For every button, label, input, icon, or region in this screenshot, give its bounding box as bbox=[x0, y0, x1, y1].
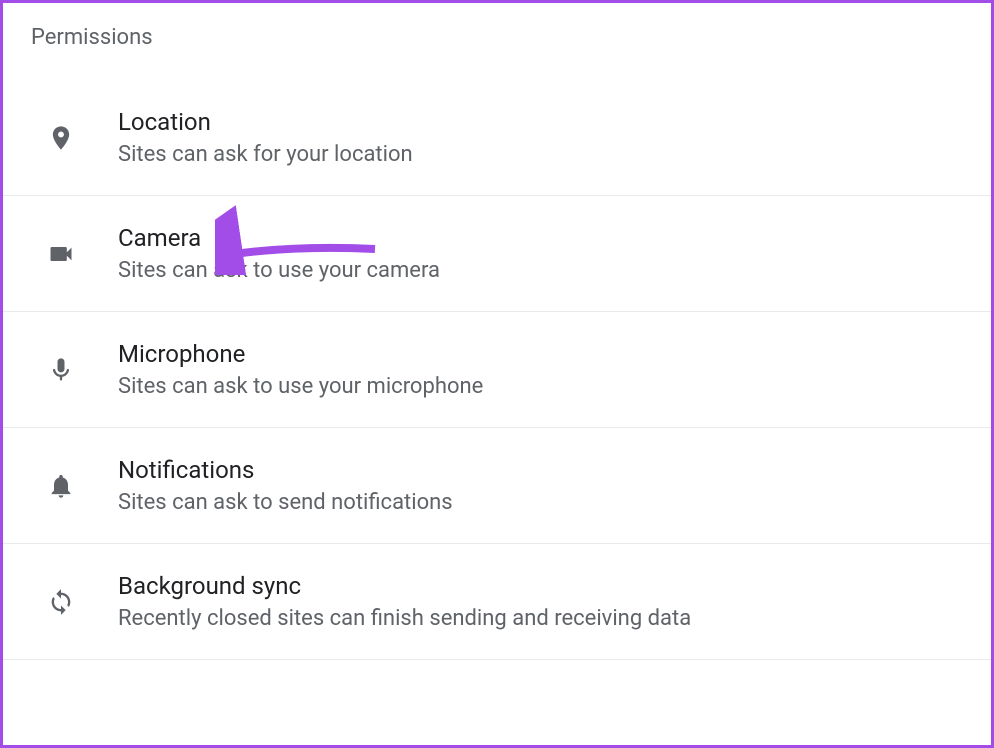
microphone-icon bbox=[3, 356, 118, 384]
permission-description: Sites can ask to use your camera bbox=[118, 258, 991, 283]
permission-description: Sites can ask to send notifications bbox=[118, 490, 991, 515]
location-icon bbox=[3, 124, 118, 152]
bell-icon bbox=[3, 472, 118, 500]
permission-text: Microphone Sites can ask to use your mic… bbox=[118, 340, 991, 399]
permission-description: Recently closed sites can finish sending… bbox=[118, 606, 991, 631]
permission-row-camera[interactable]: Camera Sites can ask to use your camera bbox=[3, 196, 991, 312]
permission-text: Location Sites can ask for your location bbox=[118, 108, 991, 167]
permission-title: Notifications bbox=[118, 456, 991, 484]
permission-text: Background sync Recently closed sites ca… bbox=[118, 572, 991, 631]
permission-title: Microphone bbox=[118, 340, 991, 368]
permission-text: Camera Sites can ask to use your camera bbox=[118, 224, 991, 283]
permissions-panel: Permissions Location Sites can ask for y… bbox=[0, 0, 994, 748]
permission-row-notifications[interactable]: Notifications Sites can ask to send noti… bbox=[3, 428, 991, 544]
camera-icon bbox=[3, 240, 118, 268]
permission-title: Camera bbox=[118, 224, 991, 252]
permission-row-location[interactable]: Location Sites can ask for your location bbox=[3, 80, 991, 196]
permission-title: Background sync bbox=[118, 572, 991, 600]
permission-description: Sites can ask for your location bbox=[118, 142, 991, 167]
permission-title: Location bbox=[118, 108, 991, 136]
permission-row-microphone[interactable]: Microphone Sites can ask to use your mic… bbox=[3, 312, 991, 428]
permission-row-background-sync[interactable]: Background sync Recently closed sites ca… bbox=[3, 544, 991, 660]
section-title: Permissions bbox=[3, 3, 991, 80]
sync-icon bbox=[3, 588, 118, 616]
permission-text: Notifications Sites can ask to send noti… bbox=[118, 456, 991, 515]
permission-description: Sites can ask to use your microphone bbox=[118, 374, 991, 399]
